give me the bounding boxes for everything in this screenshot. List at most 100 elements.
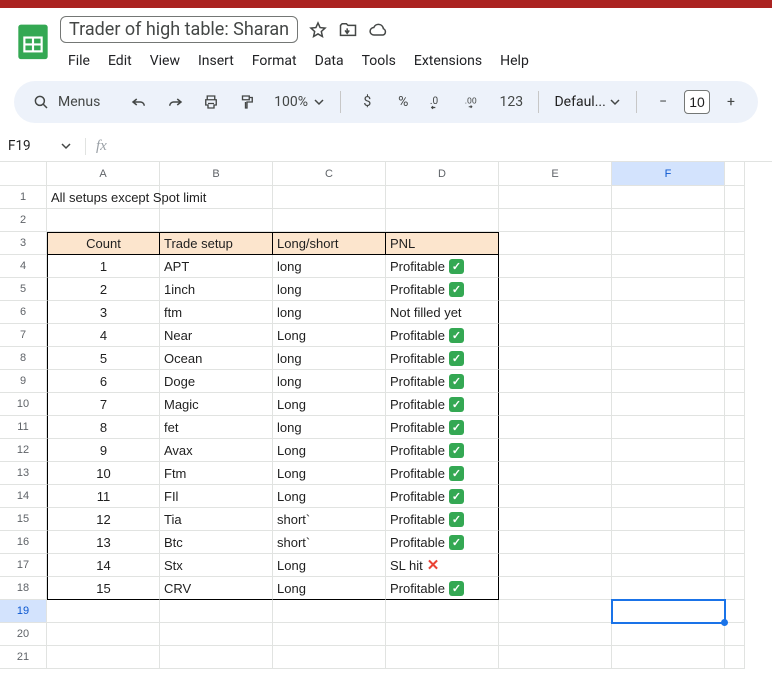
cell-E14[interactable] (499, 485, 612, 508)
cell-A1[interactable]: All setups except Spot limit (47, 186, 160, 209)
cell-C1[interactable] (273, 186, 386, 209)
cell-C6[interactable]: long (273, 301, 386, 324)
cell-B4[interactable]: APT (160, 255, 273, 278)
cell-A20[interactable] (47, 623, 160, 646)
cell-F15[interactable] (612, 508, 725, 531)
cell-X11[interactable] (725, 416, 745, 439)
cell-F4[interactable] (612, 255, 725, 278)
cell-E5[interactable] (499, 278, 612, 301)
increase-font-button[interactable]: + (716, 87, 746, 117)
cell-E21[interactable] (499, 646, 612, 669)
cell-E12[interactable] (499, 439, 612, 462)
cell-A14[interactable]: 11 (47, 485, 160, 508)
cell-D19[interactable] (386, 600, 499, 623)
formula-bar[interactable] (117, 135, 772, 157)
cell-A3[interactable]: Count (47, 232, 160, 255)
menu-format[interactable]: Format (244, 49, 305, 73)
cell-X18[interactable] (725, 577, 745, 600)
cell-B9[interactable]: Doge (160, 370, 273, 393)
cell-B15[interactable]: Tia (160, 508, 273, 531)
cell-A11[interactable]: 8 (47, 416, 160, 439)
cell-E15[interactable] (499, 508, 612, 531)
row-header-12[interactable]: 12 (0, 439, 47, 462)
cell-B5[interactable]: 1inch (160, 278, 273, 301)
cell-D20[interactable] (386, 623, 499, 646)
cell-E16[interactable] (499, 531, 612, 554)
print-button[interactable] (196, 87, 226, 117)
cell-D9[interactable]: Profitable ✓ (386, 370, 499, 393)
cell-E18[interactable] (499, 577, 612, 600)
cell-C4[interactable]: long (273, 255, 386, 278)
cell-A21[interactable] (47, 646, 160, 669)
redo-button[interactable] (160, 87, 190, 117)
cell-D10[interactable]: Profitable ✓ (386, 393, 499, 416)
column-header-E[interactable]: E (499, 162, 612, 186)
cell-F10[interactable] (612, 393, 725, 416)
document-title[interactable]: Trader of high table: Sharan (60, 16, 298, 43)
cell-F18[interactable] (612, 577, 725, 600)
cell-C7[interactable]: Long (273, 324, 386, 347)
cell-A19[interactable] (47, 600, 160, 623)
cell-E10[interactable] (499, 393, 612, 416)
spreadsheet-grid[interactable]: ABCDEF1All setups except Spot limit23Cou… (0, 162, 772, 669)
menu-file[interactable]: File (60, 49, 98, 73)
menu-extensions[interactable]: Extensions (406, 49, 490, 73)
menu-data[interactable]: Data (307, 49, 352, 73)
cell-A18[interactable]: 15 (47, 577, 160, 600)
menu-help[interactable]: Help (492, 49, 537, 73)
cell-X14[interactable] (725, 485, 745, 508)
row-header-13[interactable]: 13 (0, 462, 47, 485)
cell-A2[interactable] (47, 209, 160, 232)
cell-F8[interactable] (612, 347, 725, 370)
cell-D16[interactable]: Profitable ✓ (386, 531, 499, 554)
cell-F11[interactable] (612, 416, 725, 439)
cell-X10[interactable] (725, 393, 745, 416)
cell-D15[interactable]: Profitable ✓ (386, 508, 499, 531)
cell-C3[interactable]: Long/short (273, 232, 386, 255)
undo-button[interactable] (124, 87, 154, 117)
cell-F9[interactable] (612, 370, 725, 393)
cell-C20[interactable] (273, 623, 386, 646)
cell-A5[interactable]: 2 (47, 278, 160, 301)
percent-button[interactable]: % (388, 87, 418, 117)
column-header-A[interactable]: A (47, 162, 160, 186)
row-header-3[interactable]: 3 (0, 232, 47, 255)
cell-E1[interactable] (499, 186, 612, 209)
row-header-18[interactable]: 18 (0, 577, 47, 600)
cell-F2[interactable] (612, 209, 725, 232)
menu-tools[interactable]: Tools (354, 49, 404, 73)
cell-B2[interactable] (160, 209, 273, 232)
row-header-2[interactable]: 2 (0, 209, 47, 232)
cell-C17[interactable]: Long (273, 554, 386, 577)
cell-E4[interactable] (499, 255, 612, 278)
cell-B19[interactable] (160, 600, 273, 623)
paint-format-button[interactable] (232, 87, 262, 117)
cell-F21[interactable] (612, 646, 725, 669)
cell-C11[interactable]: long (273, 416, 386, 439)
cell-E8[interactable] (499, 347, 612, 370)
cell-C13[interactable]: Long (273, 462, 386, 485)
row-header-5[interactable]: 5 (0, 278, 47, 301)
row-header-7[interactable]: 7 (0, 324, 47, 347)
cell-C14[interactable]: Long (273, 485, 386, 508)
cell-C12[interactable]: Long (273, 439, 386, 462)
cell-E20[interactable] (499, 623, 612, 646)
cell-X4[interactable] (725, 255, 745, 278)
row-header-11[interactable]: 11 (0, 416, 47, 439)
cell-F14[interactable] (612, 485, 725, 508)
cell-X20[interactable] (725, 623, 745, 646)
cell-F12[interactable] (612, 439, 725, 462)
row-header-1[interactable]: 1 (0, 186, 47, 209)
cell-C10[interactable]: Long (273, 393, 386, 416)
search-menus[interactable]: Menus (26, 91, 110, 113)
currency-button[interactable]: $ (352, 87, 382, 117)
cell-X1[interactable] (725, 186, 745, 209)
row-header-6[interactable]: 6 (0, 301, 47, 324)
cell-B11[interactable]: fet (160, 416, 273, 439)
cell-X19[interactable] (725, 600, 745, 623)
row-header-10[interactable]: 10 (0, 393, 47, 416)
active-cell-handle[interactable] (721, 619, 728, 626)
cell-B18[interactable]: CRV (160, 577, 273, 600)
cell-D3[interactable]: PNL (386, 232, 499, 255)
cell-A15[interactable]: 12 (47, 508, 160, 531)
